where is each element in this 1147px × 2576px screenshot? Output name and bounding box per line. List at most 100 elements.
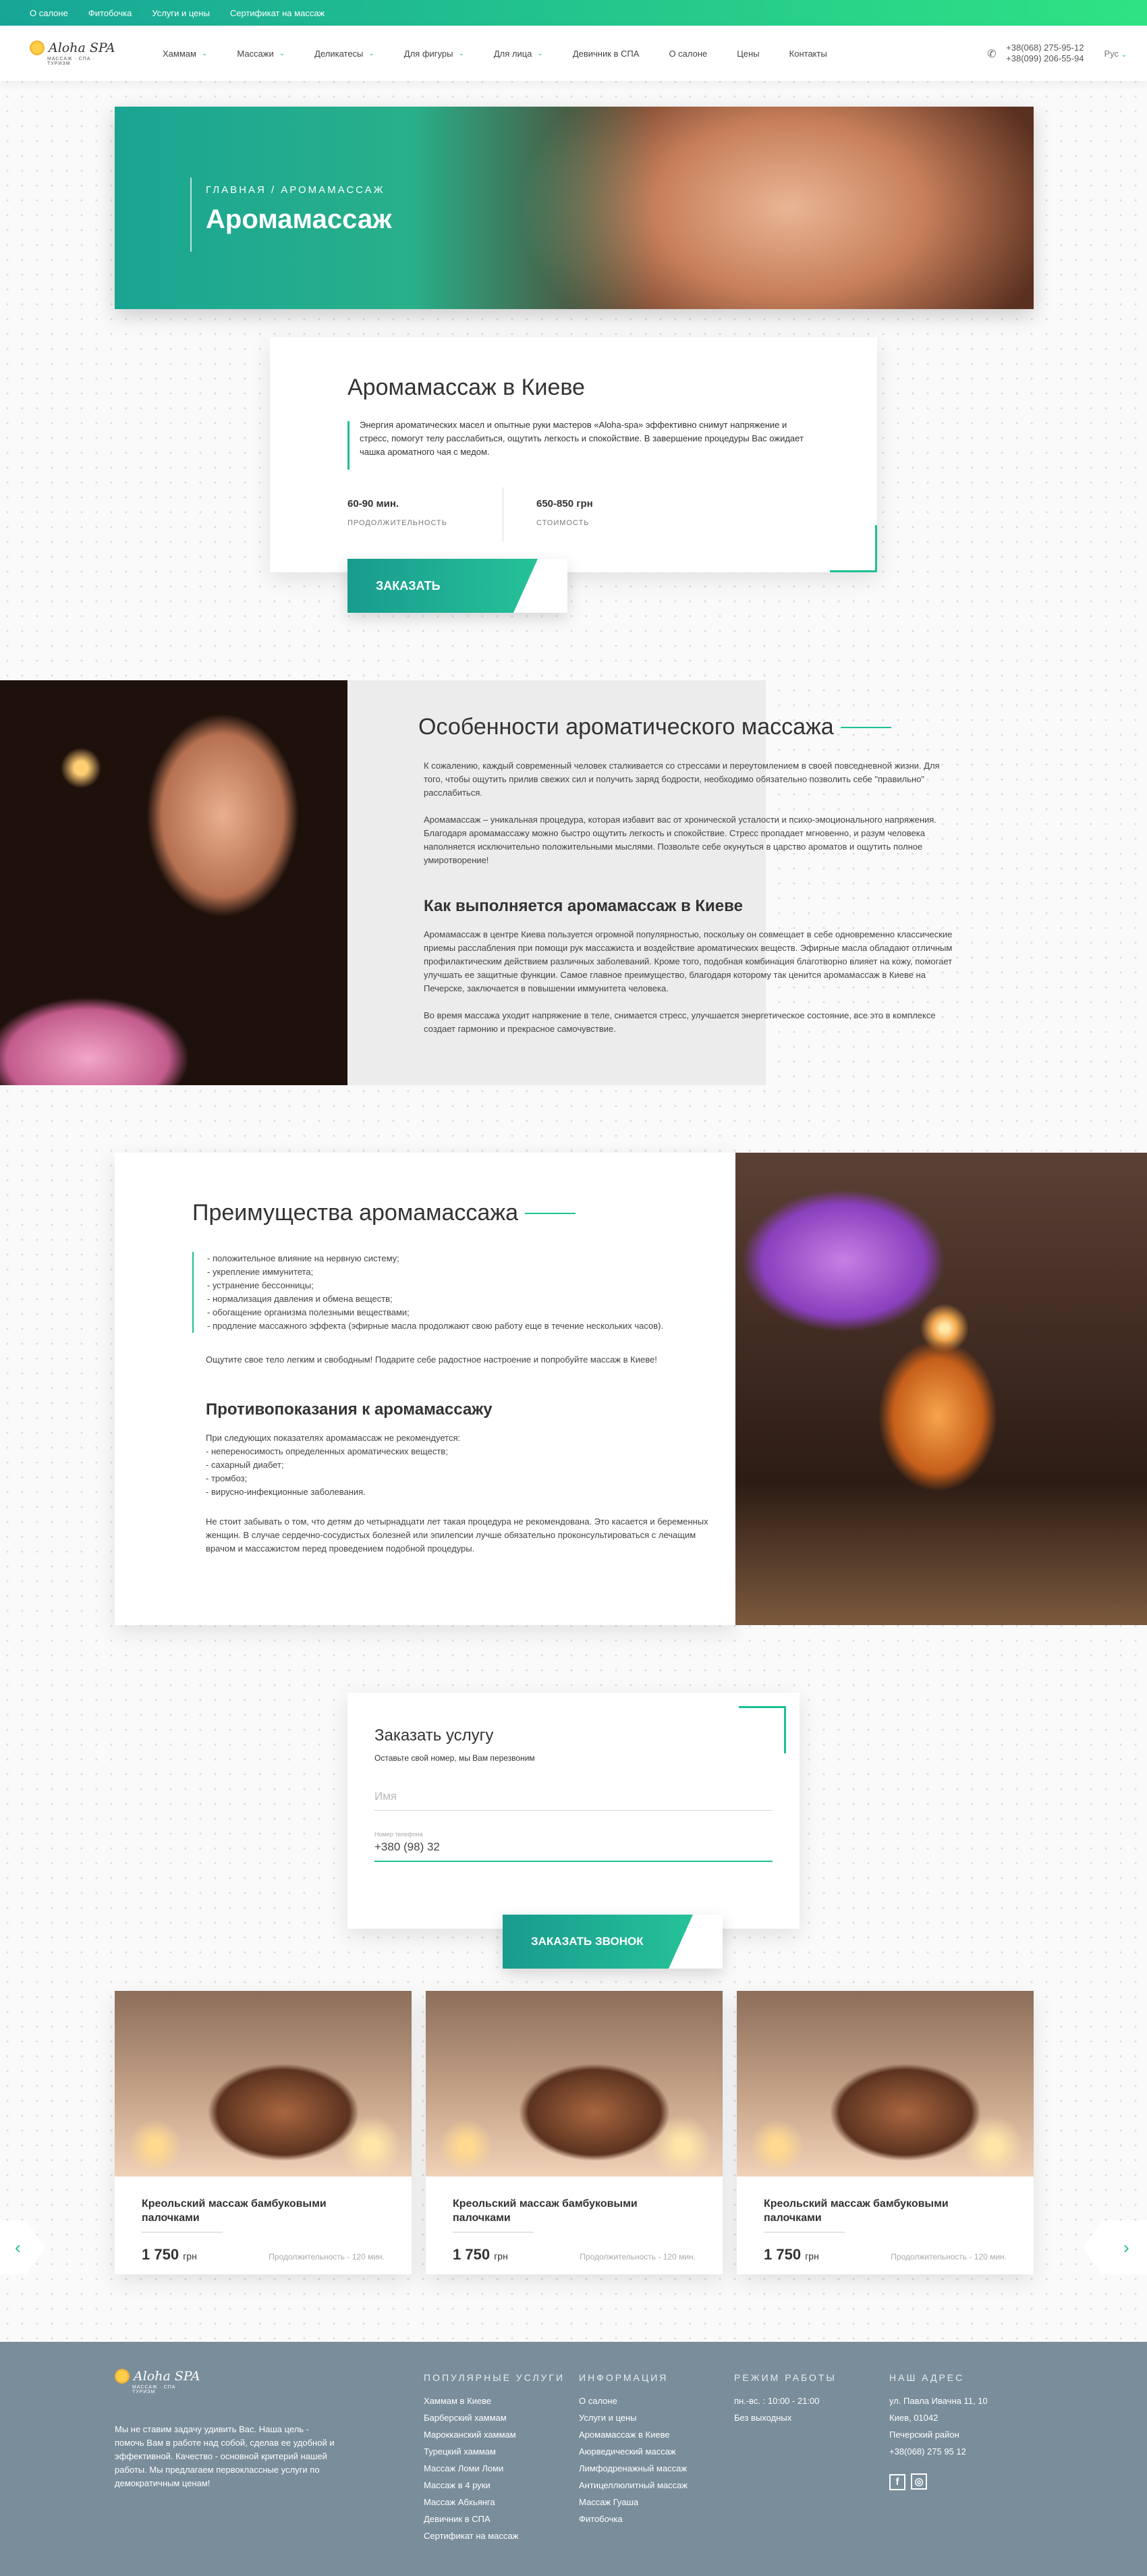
logo-tagline: МАССАЖ · СПА · ТУРИЗМ (132, 2385, 180, 2394)
nav-item-hammam[interactable]: Хаммам ⌄ (148, 49, 222, 59)
service-title: Креольский массаж бамбуковыми палочками (764, 2198, 949, 2224)
features-paragraph-3: Аромамассаж в центре Киева пользуется ог… (424, 929, 953, 993)
footer-link[interactable]: Массаж Гуаша (579, 2494, 688, 2511)
footer-heading: НАШ АДРЕС (889, 2372, 965, 2383)
topbar-link-services[interactable]: Услуги и цены (152, 8, 210, 18)
carousel-next-button[interactable]: › (1083, 2220, 1147, 2274)
footer-link[interactable]: О салоне (579, 2392, 688, 2409)
order-button[interactable]: ЗАКАЗАТЬ (347, 559, 567, 613)
contraindications-intro: При следующих показателях аромамассаж не… (206, 1433, 461, 1443)
footer-heading: ИНФОРМАЦИЯ (579, 2372, 669, 2383)
service-title: Креольский массаж бамбуковыми палочками (453, 2198, 638, 2224)
footer-link[interactable]: Турецкий хаммам (424, 2443, 565, 2460)
callback-button[interactable]: ЗАКАЗАТЬ ЗВОНОК (503, 1915, 723, 1969)
hero-banner: ГЛАВНАЯ / АРОМАМАССАЖ Аромамассаж (115, 107, 1034, 309)
nav-item-body[interactable]: Для фигуры ⌄ (389, 49, 479, 59)
header-phones: ✆ +38(068) 275-95-12 +38(099) 206-55-94 (987, 43, 1084, 64)
phone-2[interactable]: +38(099) 206-55-94 (1006, 53, 1084, 64)
phone-icon: ✆ (987, 49, 997, 60)
footer-link[interactable]: Массаж Ломи Ломи (424, 2460, 565, 2477)
list-item: - устранение бессонницы; (207, 1280, 314, 1290)
phone-input[interactable] (374, 1838, 773, 1861)
nav-item-contacts[interactable]: Контакты (775, 49, 842, 59)
service-price: 1 750 грн (142, 2246, 197, 2263)
service-photo (426, 1991, 723, 2176)
chevron-left-icon: ‹ (15, 2237, 21, 2257)
facebook-icon[interactable]: f (889, 2473, 905, 2490)
intro-accent-bar (347, 421, 349, 470)
woman-candles-photo (0, 680, 347, 1085)
nav-item-face[interactable]: Для лица ⌄ (479, 49, 558, 59)
corner-accent (739, 1706, 786, 1753)
footer-link[interactable]: Фитобочка (579, 2511, 688, 2527)
topbar-link-certificate[interactable]: Сертификат на массаж (230, 8, 325, 18)
list-item: - сахарный диабет; (206, 1460, 284, 1470)
footer-logo[interactable]: Aloha SPA МАССАЖ · СПА · ТУРИЗМ (115, 2369, 202, 2394)
logo-name: Aloha SPA (49, 40, 115, 55)
advantages-title: Преимущества аромамассажа (192, 1200, 712, 1226)
list-item: - нормализация давления и обмена веществ… (207, 1294, 393, 1304)
footer-link[interactable]: Аюрведический массаж (579, 2443, 688, 2460)
service-card[interactable]: Креольский массаж бамбуковыми палочками … (115, 1991, 412, 2274)
list-item: - непереносимость определенных ароматиче… (206, 1446, 448, 1456)
footer-address: НАШ АДРЕС ул. Павла Ивачна 11, 10 Киев, … (889, 2372, 988, 2490)
footer-link[interactable]: Услуги и цены (579, 2409, 688, 2426)
address-phone[interactable]: +38(068) 275 95 12 (889, 2443, 988, 2460)
list-item: - продление массажного эффекта (эфирные … (207, 1321, 664, 1331)
service-price: 1 750 грн (453, 2246, 508, 2263)
chevron-down-icon: ⌄ (201, 49, 208, 57)
footer-heading: РЕЖИМ РАБОТЫ (734, 2372, 837, 2383)
nav-item-bachelorette[interactable]: Девичник в СПА (558, 49, 654, 59)
service-card[interactable]: Креольский массаж бамбуковыми палочками … (737, 1991, 1034, 2274)
nav-item-prices[interactable]: Цены (722, 49, 774, 59)
chevron-down-icon: ⌄ (537, 49, 543, 57)
footer-link[interactable]: Лимфодренажный массаж (579, 2460, 688, 2477)
price-value: 650-850 грн (536, 498, 593, 510)
chevron-right-icon: › (1123, 2237, 1129, 2257)
duration-stat: 60-90 мин. ПРОДОЛЖИТЕЛЬНОСТЬ (347, 498, 447, 527)
nav-item-massages[interactable]: Массажи ⌄ (222, 49, 300, 59)
footer-link[interactable]: Девичник в СПА (424, 2511, 565, 2527)
footer-link[interactable]: Барберский хаммам (424, 2409, 565, 2426)
footer-hours: РЕЖИМ РАБОТЫ пн.-вс. : 10:00 - 21:00 Без… (734, 2372, 837, 2426)
footer-about: Мы не ставим задачу удивить Вас. Наша це… (115, 2424, 335, 2488)
sun-icon (30, 40, 45, 55)
title-dash (524, 1212, 576, 1214)
features-subtitle: Как выполняется аромамассаж в Киеве (424, 897, 743, 915)
language-select[interactable]: Рус ⌄ (1104, 49, 1127, 59)
intro-title: Аромамассаж в Киеве (347, 375, 585, 400)
footer-link[interactable]: Хаммам в Киеве (424, 2392, 565, 2409)
service-card[interactable]: Креольский массаж бамбуковыми палочками … (426, 1991, 723, 2274)
advantages-list: - положительное влияние на нервную систе… (192, 1252, 712, 1333)
topbar-link-about[interactable]: О салоне (30, 8, 68, 18)
footer-link[interactable]: Антицеллюлитный массаж (579, 2477, 688, 2494)
footer-link[interactable]: Массаж Абхьянга (424, 2494, 565, 2511)
address-line: Киев, 01042 (889, 2413, 939, 2423)
footer-heading: ПОПУЛЯРНЫЕ УСЛУГИ (424, 2372, 565, 2383)
instagram-icon[interactable]: ◎ (911, 2473, 927, 2490)
title-dash (840, 726, 891, 728)
logo[interactable]: Aloha SPA МАССАЖ · СПА · ТУРИЗМ (30, 40, 117, 66)
nav-item-about[interactable]: О салоне (654, 49, 722, 59)
logo-name: Aloha SPA (134, 2369, 200, 2384)
header: Aloha SPA МАССАЖ · СПА · ТУРИЗМ Хаммам ⌄ … (0, 26, 1147, 81)
footer-link[interactable]: Марокканский хаммам (424, 2426, 565, 2443)
name-input[interactable] (374, 1787, 773, 1810)
service-photo (737, 1991, 1034, 2176)
breadcrumb[interactable]: ГЛАВНАЯ / АРОМАМАССАЖ (206, 184, 385, 196)
topbar-link-phytobarrel[interactable]: Фитобочка (88, 8, 132, 18)
phone-1[interactable]: +38(068) 275-95-12 (1006, 43, 1084, 53)
corner-accent (830, 525, 877, 572)
service-photo (115, 1991, 412, 2176)
service-price: 1 750 грн (764, 2246, 819, 2263)
carousel-prev-button[interactable]: ‹ (0, 2220, 45, 2274)
page-title: Аромамассаж (206, 204, 392, 234)
footer-link[interactable]: Сертификат на массаж (424, 2527, 565, 2544)
hours-line: пн.-вс. : 10:00 - 21:00 (734, 2396, 820, 2406)
footer-link[interactable]: Аромамассаж в Киеве (579, 2426, 688, 2443)
duration-value: 60-90 мин. (347, 498, 399, 510)
price-label: СТОИМОСТЬ (536, 519, 590, 527)
nav-item-delicacies[interactable]: Деликатесы ⌄ (300, 49, 389, 59)
footer-link[interactable]: Массаж в 4 руки (424, 2477, 565, 2494)
address-line: Печерский район (889, 2430, 959, 2440)
